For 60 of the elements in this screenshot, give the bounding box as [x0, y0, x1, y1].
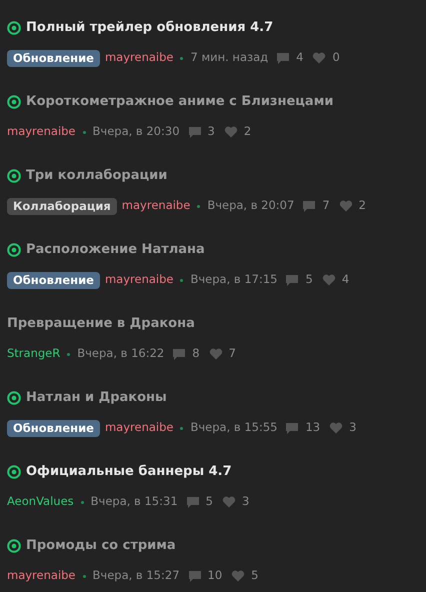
like-count: 3 [242, 493, 250, 510]
author-link[interactable]: mayrenaibe [104, 49, 174, 67]
comment-icon [302, 200, 316, 212]
comment-icon [285, 422, 300, 434]
heart-icon [222, 496, 236, 508]
heart-icon [312, 52, 326, 64]
post-time: Вчера, в 15:27 [92, 567, 180, 584]
comment-icon [188, 126, 202, 138]
post-time: 7 мин. назад [190, 49, 268, 66]
tag-badge[interactable]: Обновление [7, 50, 100, 66]
author-link[interactable]: AeonValues [7, 493, 74, 511]
topic-title-link[interactable]: Полный трейлер обновления 4.7 [26, 18, 274, 38]
topic-title-link[interactable]: Натлан и Драконы [26, 388, 167, 408]
topic-title-link[interactable]: Превращение в Дракона [7, 314, 195, 334]
tag-badge[interactable]: Коллаборация [7, 198, 117, 214]
comment-icon [172, 348, 186, 360]
post-time: Вчера, в 15:55 [190, 419, 278, 436]
like-count: 3 [349, 419, 356, 436]
topic-title-link[interactable]: Три коллаборации [26, 166, 168, 186]
comment-count: 3 [208, 123, 215, 140]
comment-count: 13 [305, 419, 320, 436]
like-count: 5 [251, 567, 258, 584]
tag-badge[interactable]: Обновление [7, 420, 100, 436]
comment-count: 5 [206, 493, 213, 510]
topic-title-link[interactable]: Короткометражное аниме с Близнецами [26, 92, 334, 112]
like-count: 0 [332, 49, 340, 66]
post-time: Вчера, в 17:15 [190, 271, 278, 288]
post-time: Вчера, в 16:22 [77, 345, 164, 362]
author-link[interactable]: mayrenaibe [7, 567, 76, 585]
comment-icon [285, 274, 300, 286]
topic-title-link[interactable]: Официальные баннеры 4.7 [26, 462, 232, 482]
author-link[interactable]: mayrenaibe [104, 419, 174, 437]
comment-icon [186, 496, 200, 508]
post-time: Вчера, в 20:07 [207, 197, 294, 214]
like-count: 2 [244, 123, 252, 140]
tag-badge[interactable]: Обновление [7, 272, 100, 288]
author-link[interactable]: mayrenaibe [104, 271, 174, 289]
heart-icon [338, 200, 353, 212]
comment-count: 10 [208, 567, 222, 584]
post-time: Вчера, в 15:31 [90, 493, 178, 510]
like-count: 4 [342, 271, 350, 288]
heart-icon [329, 422, 344, 434]
like-count: 7 [228, 345, 236, 362]
heart-icon [231, 570, 246, 582]
heart-icon [224, 126, 238, 138]
author-link[interactable]: StrangeR [7, 345, 60, 363]
comment-count: 5 [305, 271, 313, 288]
comment-icon [188, 570, 202, 582]
like-count: 2 [358, 197, 366, 214]
topic-title-link[interactable]: Промоды со стрима [26, 536, 176, 556]
heart-icon [322, 274, 336, 286]
comment-icon [276, 52, 290, 64]
comment-count: 8 [192, 345, 200, 362]
topic-title-link[interactable]: Расположение Натлана [26, 240, 205, 260]
author-link[interactable]: mayrenaibe [122, 197, 190, 215]
heart-icon [208, 348, 223, 360]
author-link[interactable]: mayrenaibe [7, 123, 76, 141]
post-time: Вчера, в 20:30 [92, 123, 180, 140]
comment-count: 4 [296, 49, 304, 66]
comment-count: 7 [322, 197, 330, 214]
